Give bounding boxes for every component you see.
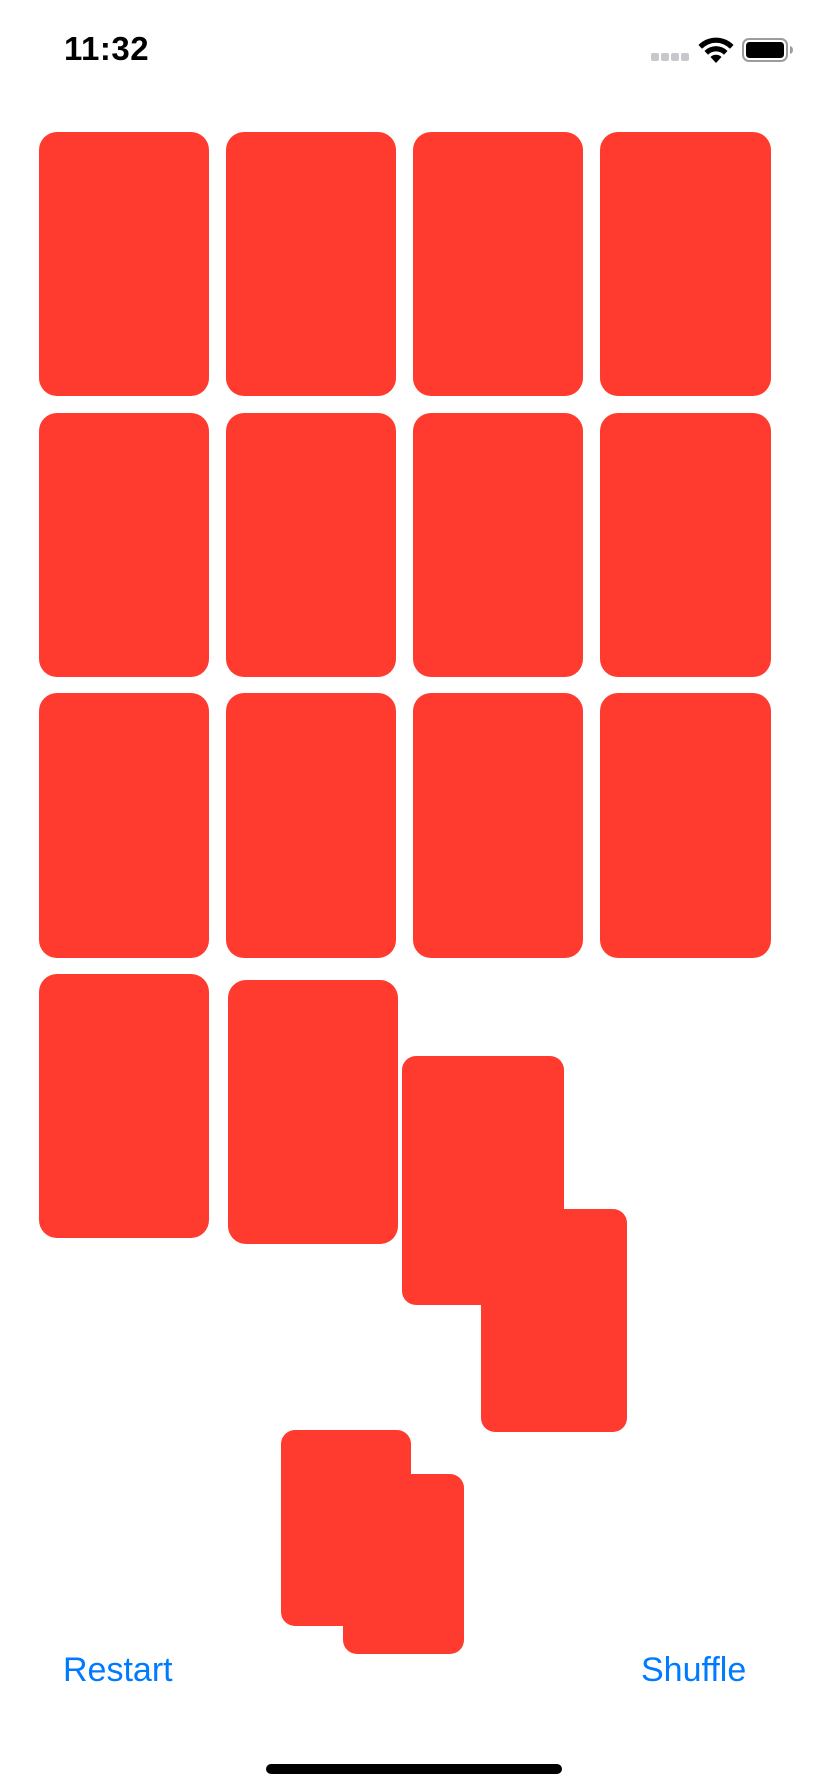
card[interactable] xyxy=(600,132,771,396)
battery-icon xyxy=(742,38,793,62)
restart-button[interactable]: Restart xyxy=(63,1648,173,1692)
card[interactable] xyxy=(226,132,396,396)
card[interactable] xyxy=(413,693,583,958)
cellular-signal-icon xyxy=(651,53,691,62)
card[interactable] xyxy=(600,693,771,958)
card[interactable] xyxy=(226,413,396,677)
status-bar: 11:32 xyxy=(0,0,828,100)
card[interactable] xyxy=(413,413,583,677)
card[interactable] xyxy=(39,693,209,958)
card[interactable] xyxy=(39,132,209,396)
home-indicator[interactable] xyxy=(266,1764,562,1774)
card[interactable] xyxy=(226,693,396,958)
card[interactable] xyxy=(39,413,209,677)
card[interactable] xyxy=(413,132,583,396)
status-time: 11:32 xyxy=(64,30,150,67)
wifi-icon xyxy=(698,37,734,63)
card[interactable] xyxy=(600,413,771,677)
card[interactable] xyxy=(39,974,209,1238)
card[interactable] xyxy=(481,1209,627,1432)
card[interactable] xyxy=(343,1474,464,1654)
shuffle-button[interactable]: Shuffle xyxy=(641,1648,746,1692)
card[interactable] xyxy=(228,980,398,1244)
